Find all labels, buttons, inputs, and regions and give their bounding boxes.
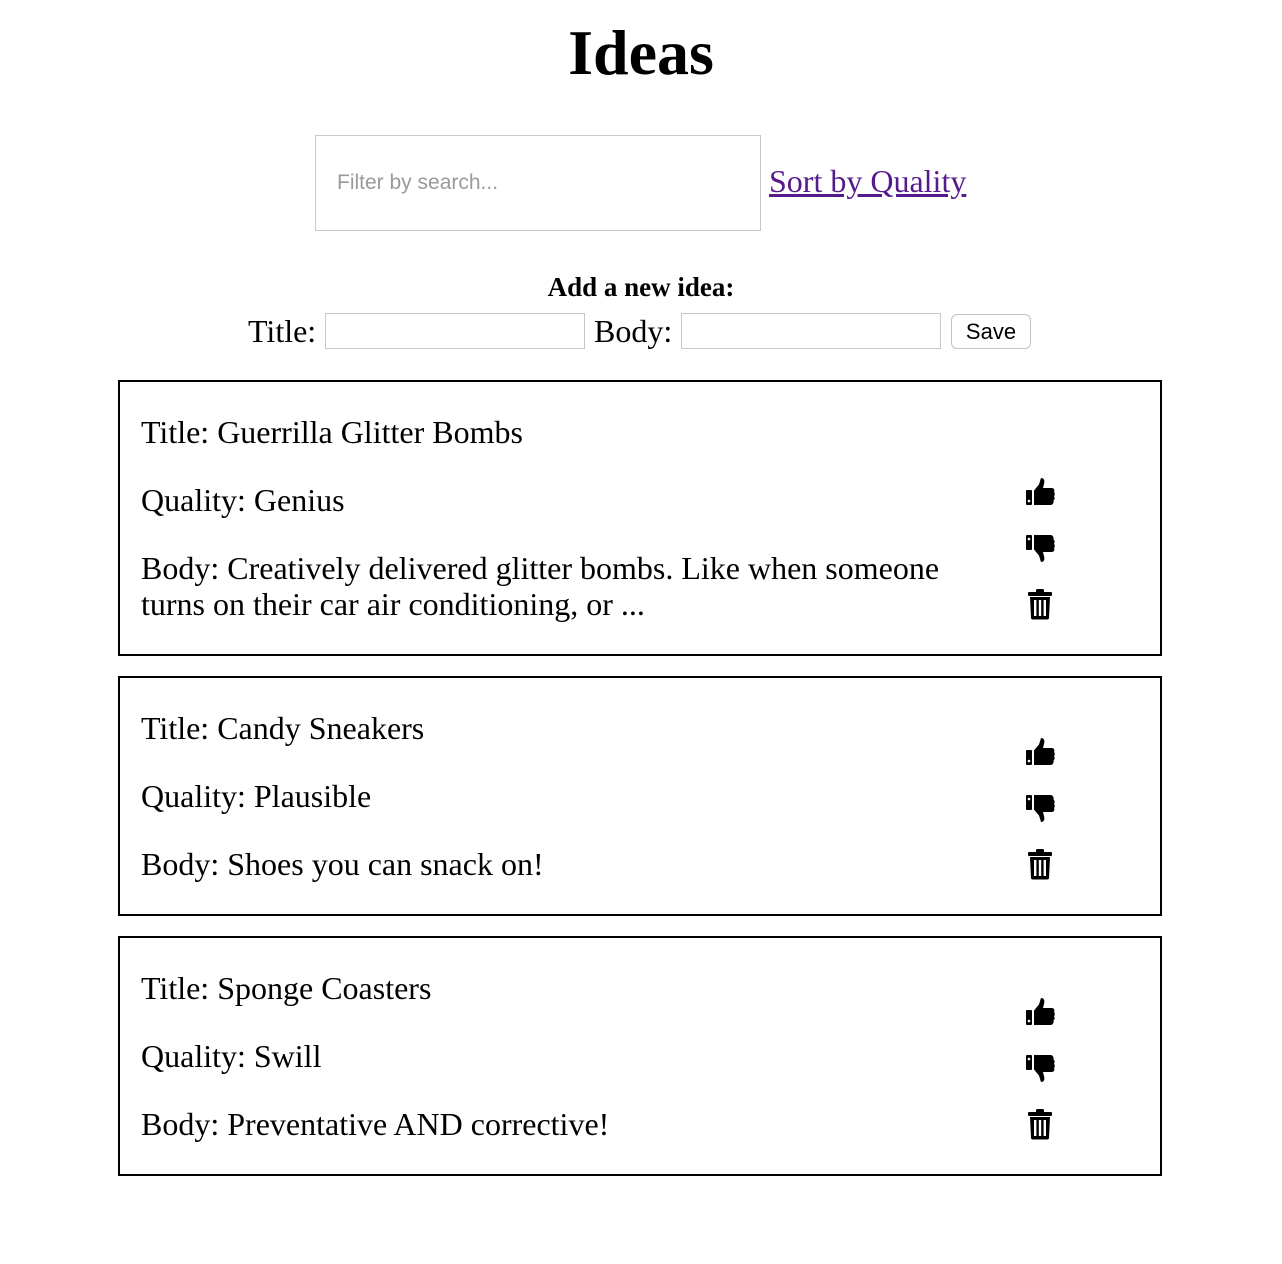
idea-body: Body: Shoes you can snack on!: [141, 846, 544, 882]
search-input[interactable]: [315, 135, 761, 231]
save-button[interactable]: Save: [951, 314, 1031, 349]
idea-title: Title: Guerrilla Glitter Bombs: [141, 414, 523, 450]
title-field[interactable]: [325, 313, 585, 349]
thumbs-down-icon: [1024, 532, 1056, 564]
title-field-label: Title:: [248, 313, 317, 349]
trash-icon: [1026, 848, 1054, 880]
delete-button[interactable]: [1023, 847, 1057, 881]
thumbs-up-icon: [1024, 736, 1056, 768]
downvote-button[interactable]: [1023, 791, 1057, 825]
trash-icon: [1026, 588, 1054, 620]
delete-button[interactable]: [1023, 1107, 1057, 1141]
upvote-button[interactable]: [1023, 735, 1057, 769]
idea-card: Title: Candy Sneakers Quality: Plausible…: [118, 676, 1162, 916]
delete-button[interactable]: [1023, 587, 1057, 621]
downvote-button[interactable]: [1023, 1051, 1057, 1085]
idea-quality: Quality: Genius: [141, 482, 345, 518]
sort-by-quality-link[interactable]: Sort by Quality: [769, 162, 966, 200]
page-title: Ideas: [568, 17, 714, 88]
upvote-button[interactable]: [1023, 995, 1057, 1029]
thumbs-up-icon: [1024, 476, 1056, 508]
upvote-button[interactable]: [1023, 475, 1057, 509]
body-field-label: Body:: [594, 313, 673, 349]
thumbs-up-icon: [1024, 996, 1056, 1028]
idea-quality: Quality: Swill: [141, 1038, 322, 1074]
idea-body: Body: Preventative AND corrective!: [141, 1106, 610, 1142]
page: Ideas Sort by Quality Add a new idea: Ti…: [0, 0, 1282, 1264]
thumbs-down-icon: [1024, 792, 1056, 824]
idea-body: Body: Creatively delivered glitter bombs…: [141, 550, 940, 622]
idea-title: Title: Sponge Coasters: [141, 970, 432, 1006]
thumbs-down-icon: [1024, 1052, 1056, 1084]
body-field[interactable]: [681, 313, 941, 349]
idea-quality: Quality: Plausible: [141, 778, 372, 814]
add-idea-heading: Add a new idea:: [547, 272, 735, 302]
downvote-button[interactable]: [1023, 531, 1057, 565]
idea-card: Title: Sponge Coasters Quality: Swill Bo…: [118, 936, 1162, 1176]
trash-icon: [1026, 1108, 1054, 1140]
idea-title: Title: Candy Sneakers: [141, 710, 425, 746]
idea-card: Title: Guerrilla Glitter Bombs Quality: …: [118, 380, 1162, 656]
